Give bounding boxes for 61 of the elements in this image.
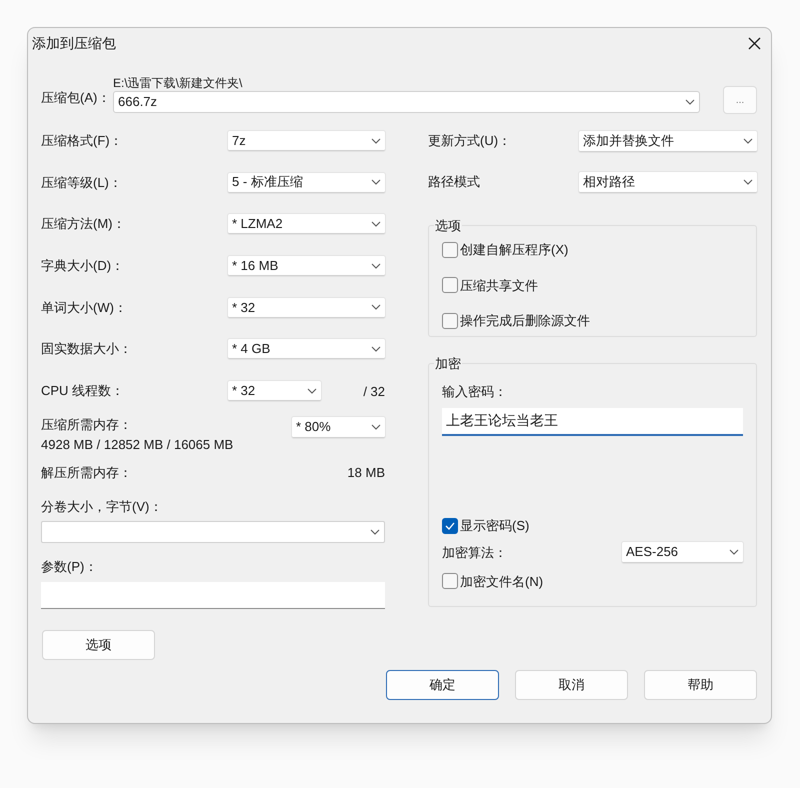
memory-usage-text: 4928 MB / 12852 MB / 16065 MB bbox=[41, 436, 234, 454]
close-icon[interactable] bbox=[748, 36, 761, 50]
dialog-button[interactable]: 确定 bbox=[386, 670, 499, 700]
field-label: 压缩所需内存： bbox=[41, 416, 133, 434]
dropdown[interactable]: * 4 GB bbox=[228, 339, 385, 360]
checkbox[interactable]: 创建自解压程序(X) bbox=[442, 240, 568, 260]
field-label: 固实数据大小： bbox=[41, 340, 133, 358]
dialog-button[interactable]: 帮助 bbox=[644, 670, 757, 700]
checkbox[interactable]: 显示密码(S) bbox=[442, 516, 530, 536]
checkbox[interactable]: 压缩共享文件 bbox=[442, 276, 538, 295]
field-label: 参数(P)： bbox=[41, 558, 98, 576]
field-label: 路径模式 bbox=[428, 172, 481, 190]
dialog-button[interactable]: 取消 bbox=[515, 670, 628, 700]
dropdown[interactable]: AES-256 bbox=[622, 542, 743, 563]
field-label: 压缩格式(F)： bbox=[41, 132, 124, 150]
options-button[interactable]: 选项 bbox=[42, 630, 155, 660]
chevron-down-icon bbox=[685, 99, 695, 105]
field-label: 压缩方法(M)： bbox=[41, 215, 126, 234]
field-label: 分卷大小，字节(V)： bbox=[41, 498, 164, 516]
field-label: 解压所需内存： bbox=[41, 464, 132, 482]
chevron-down-icon bbox=[371, 346, 381, 352]
chevron-down-icon bbox=[371, 220, 381, 227]
chevron-down-icon bbox=[743, 178, 753, 184]
dropdown[interactable]: 相对路径 bbox=[579, 172, 757, 192]
dropdown[interactable]: * 32 bbox=[228, 298, 385, 318]
password-field[interactable]: 上老王论坛当老王 bbox=[442, 408, 743, 436]
checkbox[interactable]: 加密文件名(N) bbox=[442, 572, 544, 591]
field-label: 更新方式(U)： bbox=[428, 132, 512, 150]
dropdown[interactable]: * 32 bbox=[228, 381, 321, 402]
chevron-down-icon bbox=[729, 549, 739, 555]
thread-count-text: / 32 bbox=[363, 383, 385, 402]
path-text: E:\迅雷下载\新建文件夹\ bbox=[113, 76, 244, 91]
field-label: 输入密码： bbox=[442, 383, 508, 401]
archive-name-field[interactable]: 666.7z bbox=[113, 91, 700, 113]
field-label: 加密算法： bbox=[442, 544, 507, 562]
chevron-down-icon bbox=[371, 179, 381, 186]
chevron-down-icon bbox=[371, 304, 381, 310]
chevron-down-icon bbox=[371, 138, 381, 144]
checkbox[interactable]: 操作完成后删除源文件 bbox=[442, 311, 590, 330]
memory-usage-text: 18 MB bbox=[347, 464, 385, 482]
browse-button[interactable]: ... bbox=[723, 86, 757, 114]
group-title: 选项 bbox=[434, 217, 462, 235]
window-title: 添加到压缩包 bbox=[32, 34, 116, 52]
chevron-down-icon bbox=[370, 528, 380, 535]
parameters-field[interactable] bbox=[41, 582, 385, 609]
dropdown[interactable]: * LZMA2 bbox=[228, 214, 385, 234]
field-label: 字典大小(D)： bbox=[41, 257, 126, 276]
field-label: 压缩等级(L)： bbox=[41, 174, 123, 192]
chevron-down-icon bbox=[307, 388, 317, 394]
dropdown[interactable]: * 16 MB bbox=[228, 256, 385, 276]
chevron-down-icon bbox=[371, 424, 381, 430]
dropdown[interactable]: 5 - 标准压缩 bbox=[228, 172, 385, 193]
field-label: 压缩包(A)： bbox=[41, 89, 112, 107]
dropdown[interactable]: * 80% bbox=[292, 416, 385, 438]
check-icon bbox=[445, 522, 455, 530]
dropdown[interactable]: 7z bbox=[228, 131, 385, 151]
field-label: CPU 线程数： bbox=[41, 382, 126, 400]
dropdown[interactable]: 添加并替换文件 bbox=[579, 131, 757, 152]
field-label: 单词大小(W)： bbox=[41, 298, 128, 317]
chevron-down-icon bbox=[743, 138, 753, 144]
chevron-down-icon bbox=[371, 262, 381, 269]
